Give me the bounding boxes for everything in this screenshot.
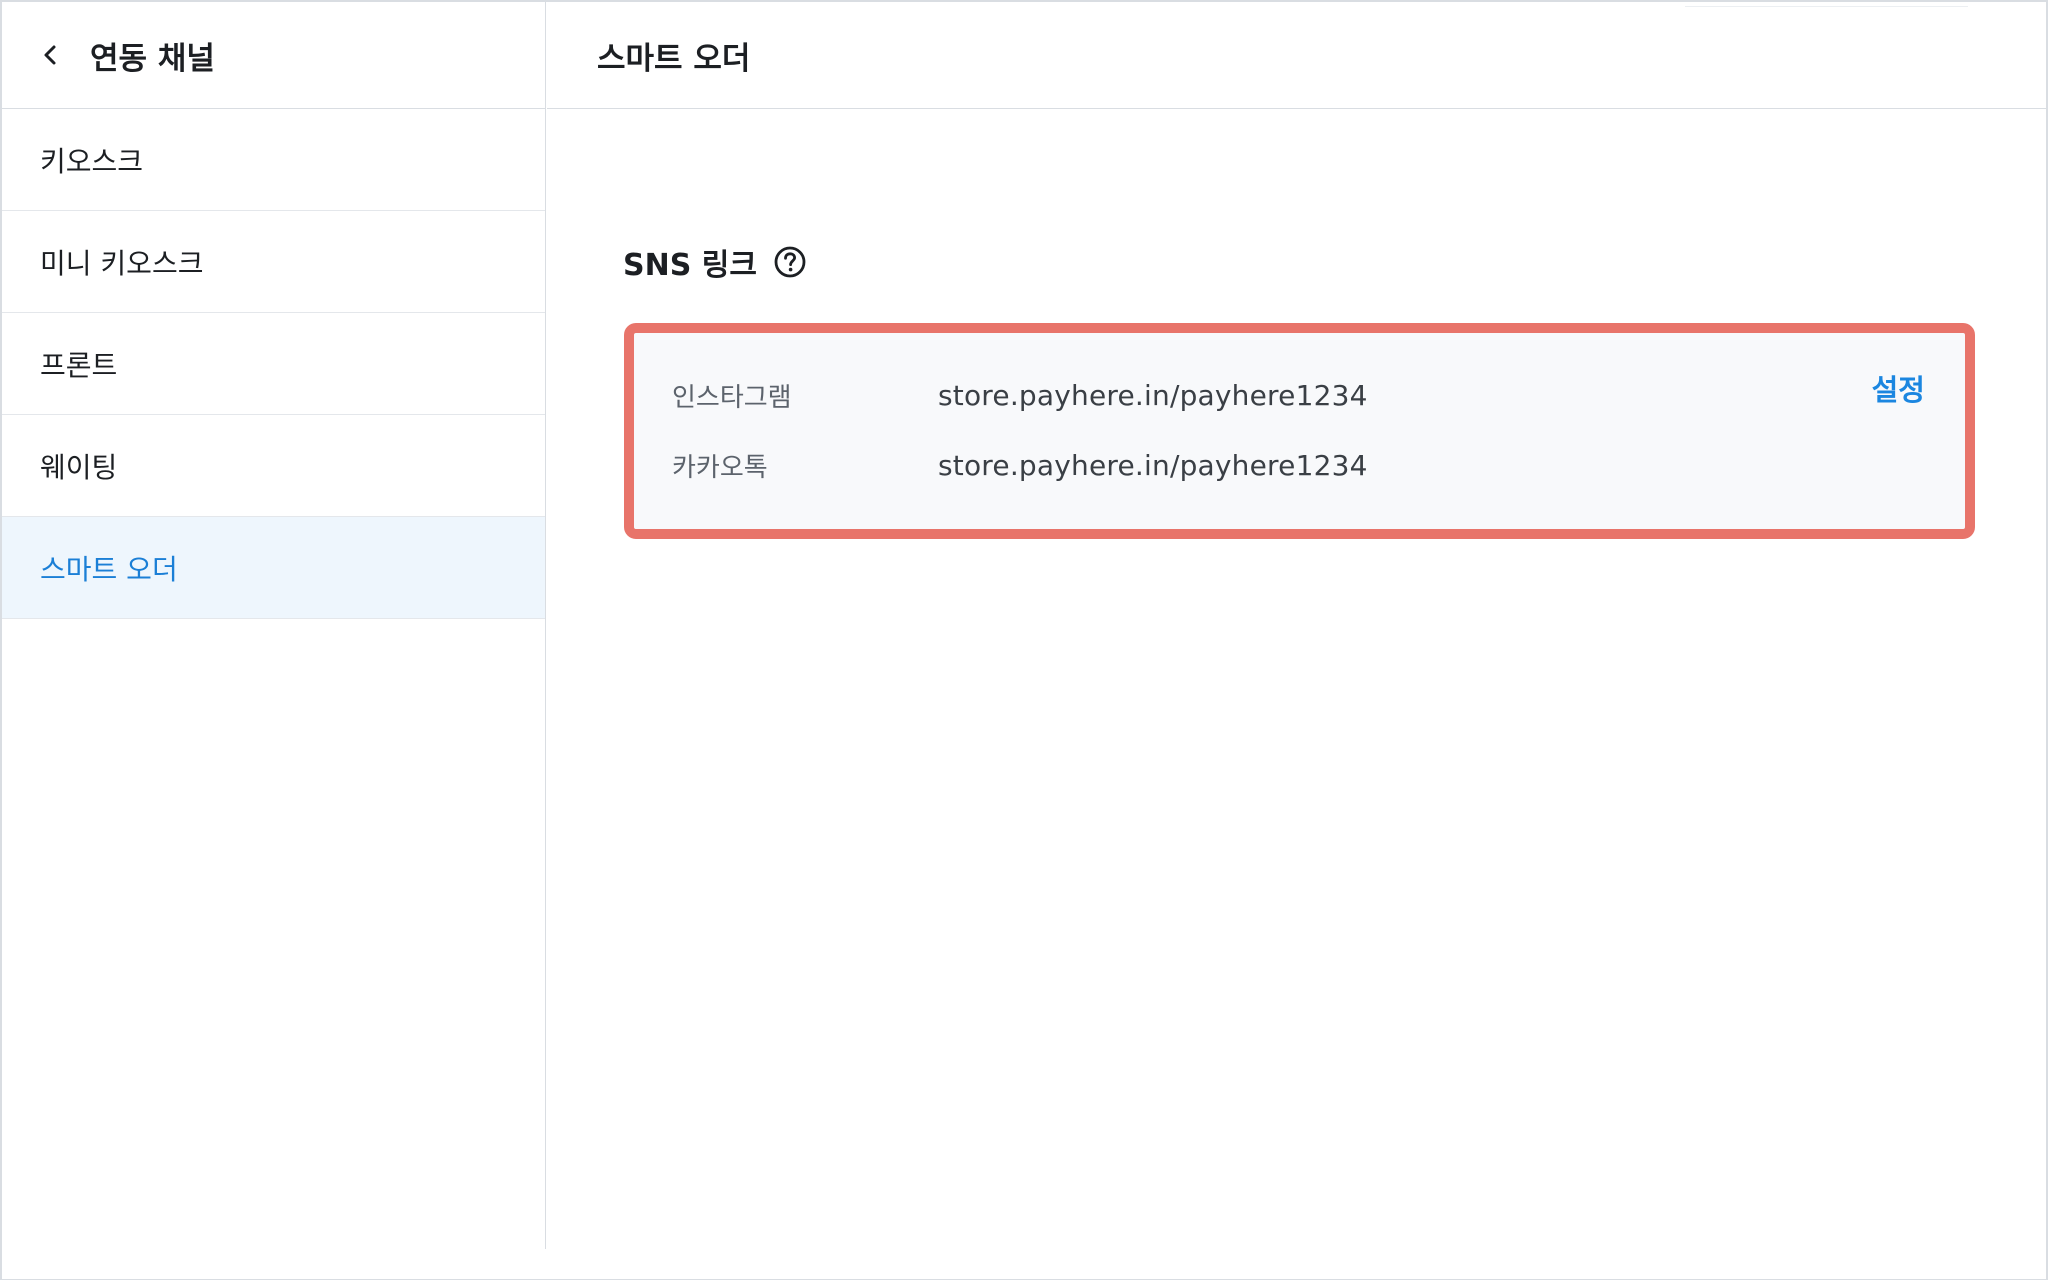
- sns-link-value: store.payhere.in/payhere1234: [938, 448, 1368, 482]
- main-header: 스마트 오더: [547, 2, 2046, 109]
- sidebar-item-label: 스마트 오더: [40, 552, 178, 586]
- main-panel: 스마트 오더 SNS 링크 인스타그램 store.payhere.in/pay…: [547, 2, 2046, 1249]
- sns-link-row: 카카오톡 store.payhere.in/payhere1234: [672, 445, 1368, 485]
- page-title: 스마트 오더: [597, 40, 751, 77]
- help-circle-icon[interactable]: [773, 245, 807, 279]
- sidebar-header: 연동 채널: [2, 2, 545, 109]
- sns-link-label: 인스타그램: [672, 382, 792, 413]
- sidebar-item-smart-order[interactable]: 스마트 오더: [2, 517, 545, 619]
- sidebar-title: 연동 채널: [90, 40, 215, 77]
- chevron-left-icon[interactable]: [40, 43, 62, 67]
- sidebar-item-label: 미니 키오스크: [40, 246, 204, 280]
- sidebar-item-label: 웨이팅: [40, 450, 118, 484]
- sns-link-value: store.payhere.in/payhere1234: [938, 378, 1368, 412]
- sidebar-item-label: 프론트: [40, 348, 118, 382]
- sidebar-item-waiting[interactable]: 웨이팅: [2, 415, 545, 517]
- sidebar-item-kiosk[interactable]: 키오스크: [2, 109, 545, 211]
- sidebar-item-mini-kiosk[interactable]: 미니 키오스크: [2, 211, 545, 313]
- sns-link-label: 카카오톡: [672, 452, 768, 483]
- sns-link-row: 인스타그램 store.payhere.in/payhere1234: [672, 375, 1368, 415]
- sidebar-item-label: 키오스크: [40, 144, 144, 178]
- section-title: SNS 링크: [623, 248, 757, 283]
- sidebar-item-front[interactable]: 프론트: [2, 313, 545, 415]
- sidebar: 연동 채널 키오스크 미니 키오스크 프론트 웨이팅 스마트 오더: [2, 2, 546, 1249]
- sns-link-card: 인스타그램 store.payhere.in/payhere1234 카카오톡 …: [624, 323, 1975, 539]
- sns-link-heading: SNS 링크: [623, 240, 807, 284]
- settings-button[interactable]: 설정: [1872, 367, 1925, 409]
- app-frame: 연동 채널 키오스크 미니 키오스크 프론트 웨이팅 스마트 오더 스마트 오더…: [0, 0, 2048, 1280]
